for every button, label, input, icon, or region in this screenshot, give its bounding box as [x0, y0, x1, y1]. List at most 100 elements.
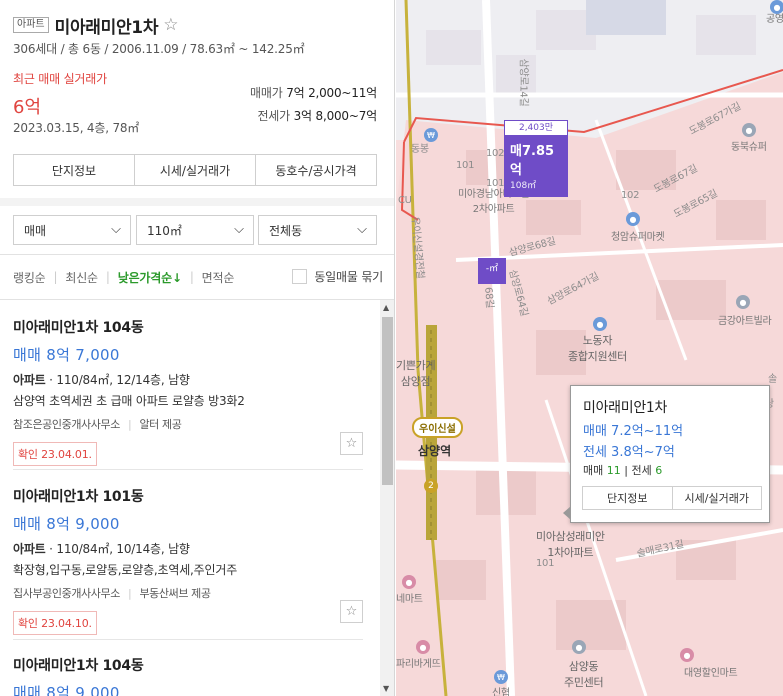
- complex-name: 미아래미안1차: [54, 17, 159, 38]
- listing-panel: 아파트 미아래미안1차 ☆ 306세대 / 총 6동 / 2006.11.09 …: [0, 0, 395, 696]
- marker-price: 매7.85억: [510, 144, 555, 178]
- listing-name: 미아래미안1차 101동: [13, 489, 144, 505]
- rent-price-label: 전세가: [257, 109, 290, 123]
- building-icon[interactable]: ●: [770, 0, 783, 14]
- map-label: 솔: [768, 374, 777, 385]
- listing-agent: 참조은공인중개사사무소 | 알터 제공: [13, 416, 363, 432]
- map-view[interactable]: 삼양로14길 도봉로67가길 도봉로67길 도봉로65길 삼양로68길 삼양로6…: [396, 0, 783, 696]
- listing-name: 미아래미안1차 104동: [13, 658, 144, 674]
- list-item[interactable]: 미아래미안1차 101동 매매 8억 9,000 아파트 · 110/84㎡, …: [13, 486, 363, 635]
- list-divider: [13, 639, 363, 640]
- tab-unit-price[interactable]: 동호수/공시가격: [256, 155, 376, 185]
- mart-icon[interactable]: ●: [402, 575, 416, 589]
- popup-tail: [563, 506, 571, 520]
- sale-count-label: 매매: [583, 464, 604, 477]
- complex-price-marker[interactable]: 2,403만 매7.85억 108㎡: [504, 120, 568, 197]
- map-label: 미아삼성래미안 1차아파트: [536, 530, 605, 559]
- listing-spec: 아파트 · 110/84㎡, 12/14층, 남향: [13, 371, 363, 388]
- scroll-down-icon[interactable]: ▼: [383, 684, 389, 693]
- chevron-down-icon: ⌵: [111, 222, 121, 237]
- map-label: 네마트: [396, 594, 423, 605]
- provider-name: 부동산써브 제공: [139, 587, 211, 600]
- map-label: 101: [456, 160, 475, 171]
- sort-latest[interactable]: 최신순: [65, 269, 98, 286]
- list-item[interactable]: 미아래미안1차 104동 매매 8억 9,000: [13, 655, 363, 696]
- map-label: 삼양동 주민센터: [564, 660, 604, 689]
- area-select[interactable]: 110㎡ ⌵: [136, 215, 254, 245]
- listing-type: 아파트: [13, 373, 46, 387]
- separator: |: [128, 587, 132, 600]
- building-value: 전체동: [269, 223, 303, 238]
- station-name[interactable]: 삼양역: [418, 442, 451, 459]
- listing-description: 삼양역 초역세권 초 급매 아파트 로얄층 방3화2: [13, 394, 245, 408]
- trade-type-value: 매매: [24, 223, 47, 238]
- sort-low-price[interactable]: 낮은가격순↓: [118, 269, 182, 286]
- government-icon[interactable]: ●: [572, 640, 586, 654]
- group-same-listing-label: 동일매물 묶기: [314, 270, 383, 284]
- scrollbar[interactable]: ▲ ▼: [380, 300, 394, 696]
- sort-bar: 랭킹순 | 최신순 | 낮은가격순↓ | 면적순 동일매물 묶기: [13, 268, 383, 286]
- shop-icon[interactable]: ●: [626, 212, 640, 226]
- star-outline-icon[interactable]: ☆: [163, 16, 178, 34]
- recent-trade-price: 6억: [13, 97, 42, 118]
- confirm-date-badge: 확인 23.04.10.: [13, 611, 97, 635]
- building-icon[interactable]: ●: [736, 295, 750, 309]
- agent-name[interactable]: 참조은공인중개사사무소: [13, 418, 120, 431]
- divider: [0, 254, 394, 255]
- group-same-listing-toggle[interactable]: 동일매물 묶기: [292, 268, 383, 285]
- count-separator: |: [624, 464, 628, 477]
- star-outline-icon[interactable]: ☆: [340, 600, 363, 623]
- type-badge: 아파트: [13, 17, 49, 33]
- subway-line-badge[interactable]: 우이신설: [412, 417, 463, 438]
- complex-header: 아파트 미아래미안1차 ☆ 306세대 / 총 6동 / 2006.11.09 …: [13, 13, 383, 57]
- list-item[interactable]: 미아래미안1차 104동 매매 8억 7,000 아파트 · 110/84㎡, …: [13, 317, 363, 466]
- listing-spec-text: 110/84㎡, 10/14층, 남향: [56, 542, 190, 556]
- listing-price: 매매 8억 9,000: [13, 515, 120, 533]
- cafe-icon[interactable]: ●: [416, 640, 430, 654]
- scrollbar-thumb[interactable]: [382, 317, 393, 485]
- confirm-date-badge: 확인 23.04.01.: [13, 442, 97, 466]
- popup-sale-range: 매매 7.2억~11억: [583, 424, 684, 439]
- star-outline-icon[interactable]: ☆: [340, 432, 363, 455]
- listing-spec-text: 110/84㎡, 12/14층, 남향: [56, 373, 190, 387]
- marker-count: 2,403만: [504, 120, 568, 136]
- sort-ranking[interactable]: 랭킹순: [13, 269, 46, 286]
- checkbox[interactable]: [292, 269, 308, 284]
- sale-count: 11: [606, 464, 621, 477]
- tab-price-history[interactable]: 시세/실거래가: [135, 155, 256, 185]
- section-divider: [0, 198, 394, 206]
- popup-rent-range: 전세 3.8억~7억: [583, 445, 675, 460]
- scroll-up-icon[interactable]: ▲: [383, 303, 389, 312]
- map-label: 101: [486, 178, 505, 189]
- bank-icon[interactable]: ₩: [424, 128, 438, 142]
- rent-price-range: 전세가 3억 8,000~7억: [257, 107, 377, 124]
- popup-price-history-button[interactable]: 시세/실거래가: [673, 487, 762, 509]
- office-icon[interactable]: ●: [593, 317, 607, 331]
- popup-buttons: 단지정보 시세/실거래가: [582, 486, 762, 510]
- agent-name[interactable]: 집사부공인중개사사무소: [13, 587, 120, 600]
- mart-icon[interactable]: ●: [680, 648, 694, 662]
- bank-icon[interactable]: ₩: [494, 670, 508, 684]
- map-label: 삼양로14길: [517, 58, 529, 107]
- tab-complex-info[interactable]: 단지정보: [14, 155, 135, 185]
- map-label: 금강아트빌라: [718, 316, 772, 327]
- map-label: 68길: [482, 286, 495, 309]
- complex-price-marker[interactable]: -㎡: [478, 258, 506, 284]
- popup-title: 미아래미안1차: [583, 400, 668, 416]
- recent-trade-label: 최근 매매 실거래가: [13, 72, 107, 86]
- provider-name: 알터 제공: [139, 418, 182, 431]
- popup-complex-info-button[interactable]: 단지정보: [583, 487, 673, 509]
- sale-price-range: 매매가 7억 2,000~11억: [250, 84, 377, 101]
- sale-price-label: 매매가: [250, 86, 283, 100]
- chevron-down-icon: ⌵: [234, 222, 244, 237]
- recent-trade-detail: 2023.03.15, 4층, 78㎡: [13, 121, 140, 135]
- sort-area[interactable]: 면적순: [202, 269, 235, 286]
- complex-summary: 306세대 / 총 6동 / 2006.11.09 / 78.63㎡ ~ 142…: [13, 42, 305, 56]
- map-label: 노동자 종합지원센터: [568, 334, 627, 363]
- map-label: 청암슈퍼마켓: [611, 232, 665, 243]
- shop-icon[interactable]: ●: [742, 123, 756, 137]
- listing-price: 매매 8억 9,000: [13, 684, 120, 696]
- building-select[interactable]: 전체동 ⌵: [258, 215, 377, 245]
- trade-type-select[interactable]: 매매 ⌵: [13, 215, 131, 245]
- listing-agent: 집사부공인중개사사무소 | 부동산써브 제공: [13, 585, 363, 601]
